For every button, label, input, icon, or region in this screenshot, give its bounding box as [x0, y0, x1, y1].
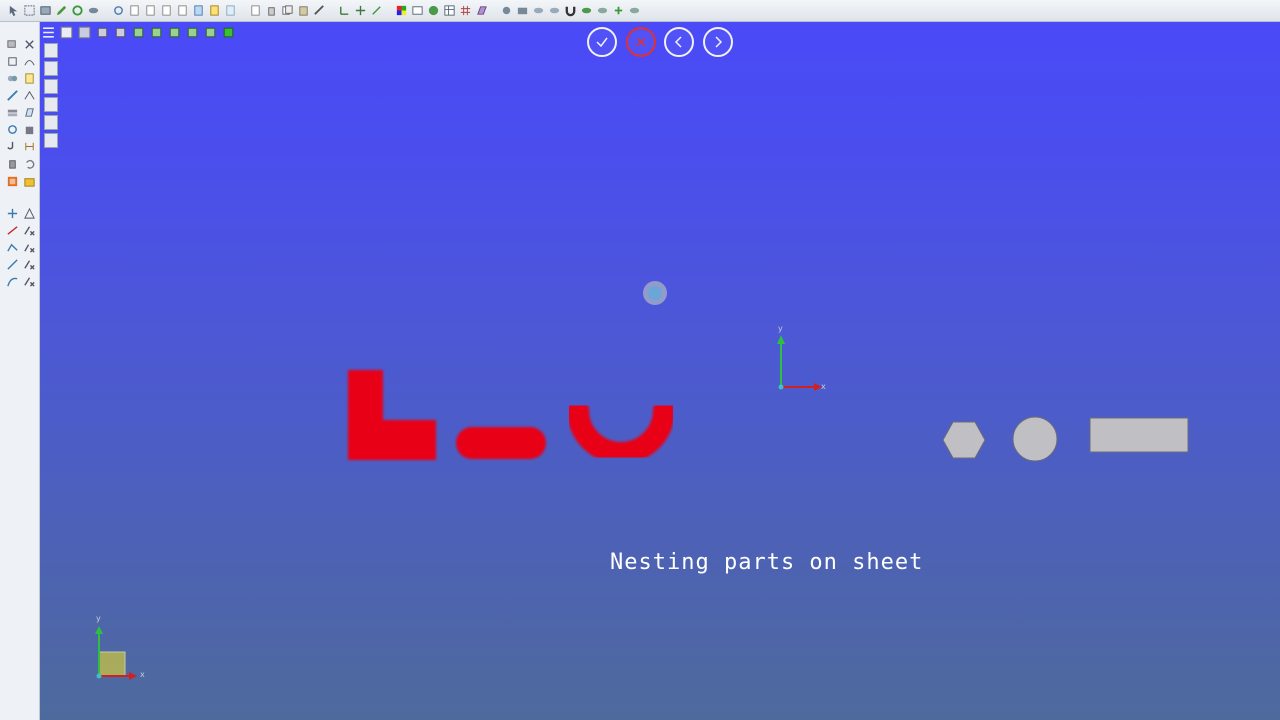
- spline-tool-icon[interactable]: [5, 274, 19, 288]
- rectangle-shape[interactable]: [1089, 417, 1189, 453]
- page-icon[interactable]: [248, 3, 263, 18]
- cursor-marker: [643, 281, 667, 305]
- arc-x-icon[interactable]: [22, 257, 36, 271]
- color-palette-icon[interactable]: [394, 3, 409, 18]
- orient-y-label: y: [96, 614, 101, 623]
- hook-icon[interactable]: [5, 139, 19, 153]
- axis-icon[interactable]: [337, 3, 352, 18]
- graphics-viewport[interactable]: y x y x Nesting parts on sheet: [40, 22, 1280, 720]
- copy-shape-icon[interactable]: [5, 37, 19, 51]
- world-x-label: x: [821, 382, 826, 391]
- cloud-icon[interactable]: [627, 3, 642, 18]
- arc-tool-icon[interactable]: [5, 257, 19, 271]
- document-blue-icon[interactable]: [191, 3, 206, 18]
- shape-icon[interactable]: [22, 105, 36, 119]
- polyline-icon[interactable]: [5, 240, 19, 254]
- group-icon[interactable]: [5, 71, 19, 85]
- window-select-icon[interactable]: [38, 3, 53, 18]
- refresh-icon[interactable]: [70, 3, 85, 18]
- main-toolbar: [0, 0, 1280, 22]
- trash-icon[interactable]: [264, 3, 279, 18]
- view-eye-icon[interactable]: [86, 3, 101, 18]
- document-yellow-icon[interactable]: [207, 3, 222, 18]
- table-icon[interactable]: [442, 3, 457, 18]
- axis-move-icon[interactable]: [353, 3, 368, 18]
- scene-canvas: [95, 281, 1189, 680]
- page-icon[interactable]: [175, 3, 190, 18]
- l-bracket-part[interactable]: [348, 370, 436, 460]
- circle-shape[interactable]: [1012, 416, 1058, 462]
- page-icon[interactable]: [159, 3, 174, 18]
- page-icon[interactable]: [127, 3, 142, 18]
- window-icon[interactable]: [410, 3, 425, 18]
- paste-icon[interactable]: [296, 3, 311, 18]
- trash-icon[interactable]: [5, 156, 19, 170]
- triangle-tool-icon[interactable]: [22, 206, 36, 220]
- nest-parts-icon[interactable]: [5, 174, 19, 188]
- line-x-icon[interactable]: [22, 223, 36, 237]
- pencil-icon[interactable]: [54, 3, 69, 18]
- world-y-label: y: [778, 324, 783, 333]
- modify-icon[interactable]: [22, 88, 36, 102]
- measure-icon[interactable]: [312, 3, 327, 18]
- cloud-icon[interactable]: [595, 3, 610, 18]
- slot-part[interactable]: [456, 427, 546, 459]
- select-tool-icon[interactable]: [6, 3, 21, 18]
- point-tool-icon[interactable]: [5, 206, 19, 220]
- spline-x-icon[interactable]: [22, 274, 36, 288]
- page-icon[interactable]: [143, 3, 158, 18]
- sheet-icon[interactable]: [474, 3, 489, 18]
- edit-curve-icon[interactable]: [22, 54, 36, 68]
- add-green-icon[interactable]: [611, 3, 626, 18]
- bucket-icon[interactable]: [22, 122, 36, 136]
- undo-icon[interactable]: [22, 156, 36, 170]
- cloud-icon[interactable]: [531, 3, 546, 18]
- layers-icon[interactable]: [5, 105, 19, 119]
- frame-icon[interactable]: [5, 54, 19, 68]
- axis-rotate-icon[interactable]: [369, 3, 384, 18]
- rotate-view-icon[interactable]: [111, 3, 126, 18]
- tool-settings-icon[interactable]: [499, 3, 514, 18]
- trim-tool-icon[interactable]: [5, 88, 19, 102]
- cloud-icon[interactable]: [547, 3, 562, 18]
- orientation-indicator: [95, 626, 137, 680]
- copy-icon[interactable]: [280, 3, 295, 18]
- multi-select-icon[interactable]: [22, 3, 37, 18]
- orient-x-label: x: [140, 670, 145, 679]
- left-tool-panel: [0, 22, 40, 720]
- rotate-icon[interactable]: [5, 122, 19, 136]
- hexagon-shape[interactable]: [942, 421, 986, 459]
- note-icon[interactable]: [22, 71, 36, 85]
- world-axis-triad: [777, 335, 822, 391]
- delete-x-icon[interactable]: [22, 37, 36, 51]
- cloud-green-icon[interactable]: [579, 3, 594, 18]
- document-light-icon[interactable]: [223, 3, 238, 18]
- machine-icon[interactable]: [515, 3, 530, 18]
- sheet-folder-icon[interactable]: [22, 174, 36, 188]
- dimension-icon[interactable]: [22, 139, 36, 153]
- globe-icon[interactable]: [426, 3, 441, 18]
- line-red-icon[interactable]: [5, 223, 19, 237]
- polyline-x-icon[interactable]: [22, 240, 36, 254]
- magnet-icon[interactable]: [563, 3, 578, 18]
- grid-icon[interactable]: [458, 3, 473, 18]
- u-hook-part[interactable]: [567, 399, 675, 464]
- nesting-caption: Nesting parts on sheet: [610, 550, 924, 575]
